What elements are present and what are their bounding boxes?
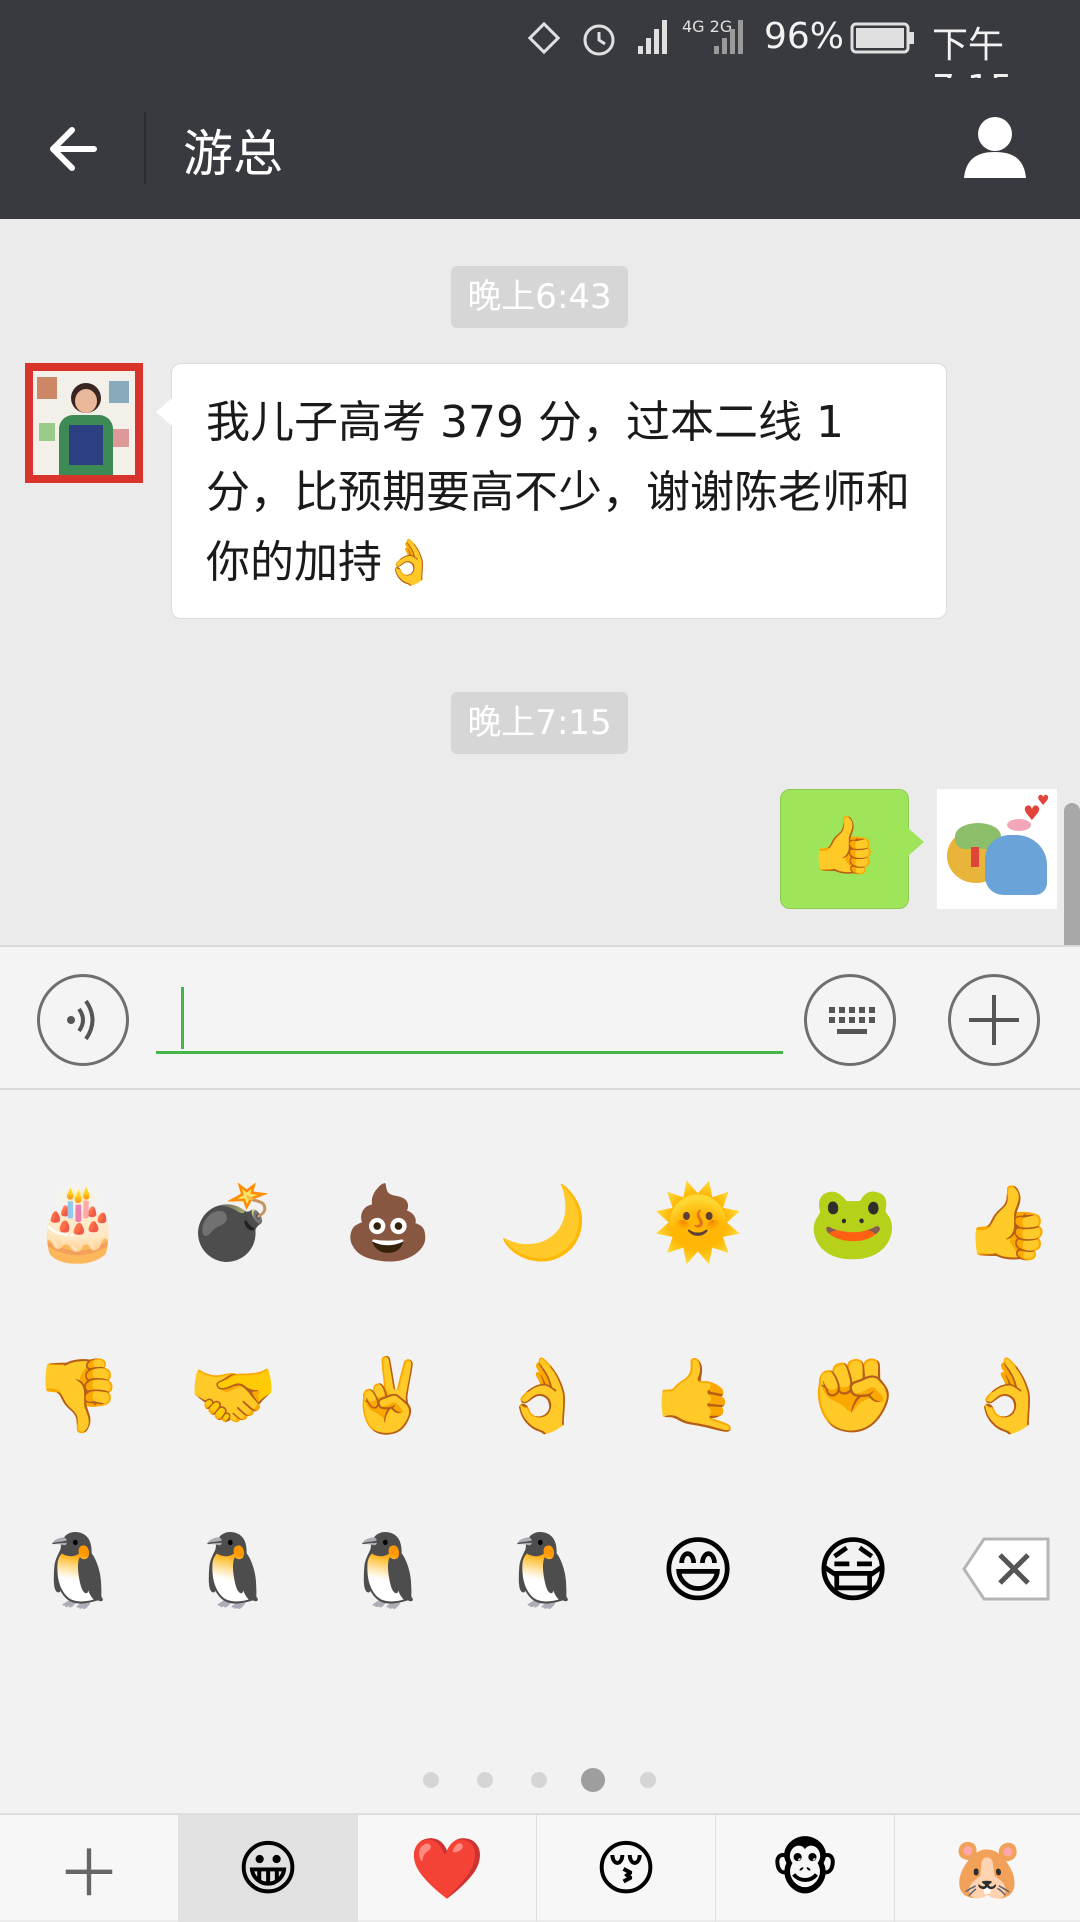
incoming-message-bubble[interactable]: 我儿子高考 379 分，过本二线 1 分，比预期要高不少，谢谢陈老师和你的加持👌 bbox=[156, 363, 947, 619]
page-indicator-dot bbox=[423, 1772, 439, 1788]
emoji-victory[interactable]: ✌️ bbox=[333, 1340, 443, 1450]
tab-sticker-pack-1[interactable]: 😚 bbox=[537, 1815, 716, 1922]
page-indicator-dot bbox=[640, 1772, 656, 1788]
emoji-penguin-3[interactable]: 🐧 bbox=[333, 1515, 443, 1625]
signal-icon bbox=[638, 20, 667, 54]
emoji-thumbs-up[interactable]: 👍 bbox=[953, 1167, 1063, 1277]
battery-icon bbox=[850, 22, 914, 54]
emoji-ok-hand[interactable]: 👌 bbox=[953, 1340, 1063, 1450]
backspace-icon[interactable] bbox=[960, 1535, 1052, 1603]
tab-emoji[interactable]: 😀 bbox=[179, 1815, 358, 1922]
chat-title: 游总 bbox=[183, 125, 283, 183]
page-indicator-dot-active bbox=[581, 1768, 605, 1792]
tab-add-sticker[interactable]: ＋ bbox=[0, 1815, 179, 1922]
tab-sticker-pack-3[interactable]: 🐹 bbox=[895, 1815, 1080, 1922]
status-bar: 4G 2G 96% 下午7:15 bbox=[0, 0, 1080, 109]
page-indicator-dot bbox=[531, 1772, 547, 1788]
tab-favorites[interactable]: ❤️ bbox=[358, 1815, 537, 1922]
emoji-ok-pinch[interactable]: 👌 bbox=[488, 1340, 598, 1450]
emoji-beckon[interactable]: 🤙 bbox=[643, 1340, 753, 1450]
emoji-handshake[interactable]: 🤝 bbox=[178, 1340, 288, 1450]
battery-percent: 96% bbox=[764, 16, 845, 57]
keyboard-icon bbox=[829, 1007, 875, 1034]
incoming-message-text: 我儿子高考 379 分，过本二线 1 分，比预期要高不少，谢谢陈老师和你的加持👌 bbox=[206, 397, 910, 588]
my-avatar[interactable]: ♥ ♥ bbox=[937, 789, 1057, 909]
keyboard-button[interactable] bbox=[804, 974, 896, 1066]
voice-button[interactable] bbox=[37, 974, 129, 1066]
signal-2-icon bbox=[714, 20, 743, 54]
plus-icon bbox=[969, 995, 1019, 1045]
emoji-bomb[interactable]: 💣 bbox=[178, 1167, 288, 1277]
thumbs-up-icon: 👍 bbox=[809, 813, 879, 878]
emoji-fist[interactable]: ✊ bbox=[798, 1340, 908, 1450]
message-input[interactable] bbox=[156, 987, 783, 1054]
chat-header: 游总 bbox=[0, 78, 1080, 219]
emoji-penguin-4[interactable]: 🐧 bbox=[488, 1515, 598, 1625]
emoji-penguin-2[interactable]: 🐧 bbox=[178, 1515, 288, 1625]
timestamp: 晚上7:15 bbox=[451, 692, 628, 754]
text-caret bbox=[181, 987, 184, 1049]
profile-icon[interactable] bbox=[962, 114, 1028, 180]
emoji-cake[interactable]: 🎂 bbox=[23, 1167, 133, 1277]
more-button[interactable] bbox=[948, 974, 1040, 1066]
back-arrow-icon[interactable] bbox=[44, 120, 102, 178]
alarm-icon bbox=[583, 24, 615, 56]
timestamp: 晚上6:43 bbox=[451, 266, 628, 328]
emoji-poop[interactable]: 💩 bbox=[333, 1167, 443, 1277]
emoji-sun[interactable]: 🌞 bbox=[643, 1167, 753, 1277]
rotate-lock-icon bbox=[528, 21, 561, 55]
sticker-tab-bar: ＋ 😀 ❤️ 😚 🐵 🐹 bbox=[0, 1813, 1080, 1922]
page-indicator-dot bbox=[477, 1772, 493, 1788]
input-bar bbox=[0, 945, 1080, 1090]
header-divider bbox=[144, 112, 146, 184]
emoji-moon[interactable]: 🌙 bbox=[488, 1167, 598, 1277]
voice-icon bbox=[67, 999, 95, 1041]
emoji-penguin-1[interactable]: 🐧 bbox=[23, 1515, 133, 1625]
emoji-frog[interactable]: 🐸 bbox=[798, 1167, 908, 1277]
emoji-grin[interactable]: 😄 bbox=[643, 1515, 753, 1625]
emoji-mask[interactable]: 😷 bbox=[798, 1515, 908, 1625]
contact-avatar[interactable] bbox=[25, 363, 143, 483]
emoji-thumbs-down[interactable]: 👎 bbox=[23, 1340, 133, 1450]
tab-sticker-pack-2[interactable]: 🐵 bbox=[716, 1815, 895, 1922]
outgoing-message-bubble[interactable]: 👍 bbox=[780, 789, 924, 909]
